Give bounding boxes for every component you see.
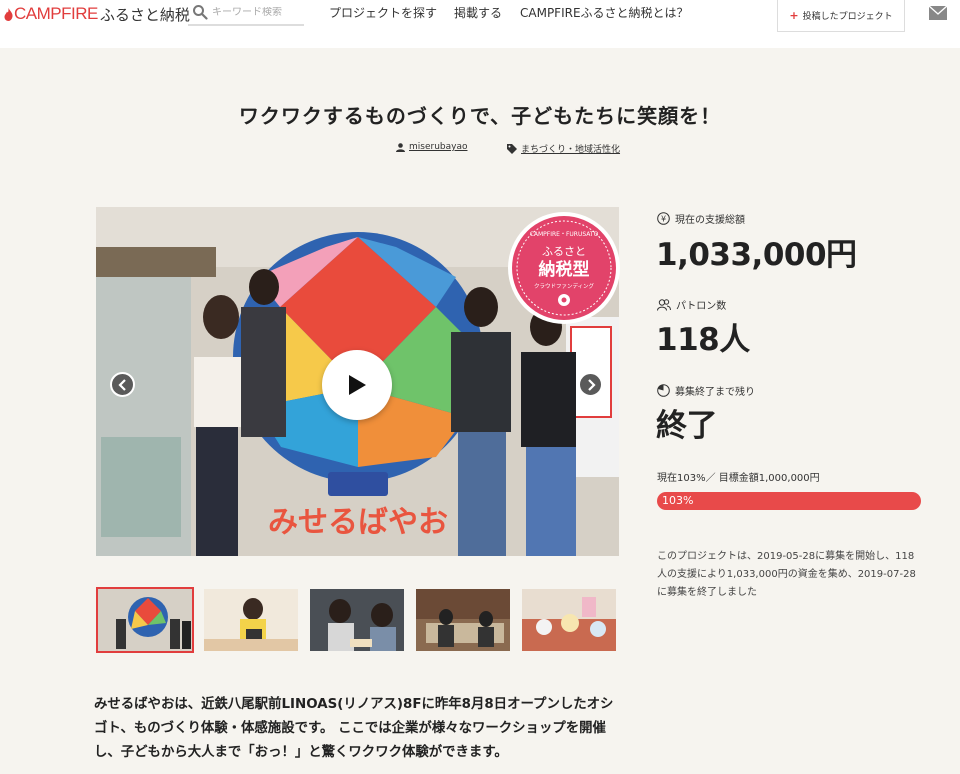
- backers-label-text: パトロン数: [676, 301, 727, 312]
- amount-label: ¥ 現在の支援総額: [657, 211, 745, 226]
- prev-slide-button[interactable]: [110, 372, 135, 397]
- project-category-link[interactable]: まちづくり・地域活性化: [507, 142, 620, 155]
- thumbnail-1[interactable]: [96, 587, 194, 653]
- search-icon: [193, 5, 208, 20]
- logo-brand: CAMPFIRE: [14, 4, 98, 23]
- amount-value: 1,033,000円: [656, 237, 857, 273]
- amount-label-text: 現在の支援総額: [675, 215, 745, 226]
- project-category-name: まちづくり・地域活性化: [521, 145, 621, 155]
- clock-icon: [657, 384, 670, 397]
- play-video-button[interactable]: [322, 350, 392, 420]
- remaining-value: 終了: [656, 408, 718, 444]
- next-slide-button[interactable]: [578, 372, 603, 397]
- badge-line-2: 納税型: [539, 259, 590, 280]
- search-input[interactable]: [212, 6, 302, 18]
- yen-icon: ¥: [657, 212, 670, 225]
- badge-line-1: ふるさと: [542, 245, 586, 258]
- project-owner-name: miserubayao: [409, 142, 468, 152]
- nav-about[interactable]: CAMPFIREふるさと納税とは？: [520, 4, 689, 21]
- furusato-badge: CAMPFIRE・FURUSATO ふるさと 納税型 クラウドファンディング: [508, 212, 620, 324]
- remaining-label-text: 募集終了まで残り: [675, 387, 755, 398]
- backers-value: 118人: [656, 322, 750, 358]
- nav-explore-projects[interactable]: プロジェクトを探す: [329, 4, 437, 21]
- badge-top-text: CAMPFIRE・FURUSATO: [530, 231, 599, 238]
- site-logo[interactable]: CAMPFIRE ふるさと納税: [4, 3, 190, 25]
- thumbnail-5[interactable]: [520, 587, 618, 653]
- badge-line-3: クラウドファンディング: [534, 282, 595, 290]
- plus-icon: +: [789, 9, 799, 22]
- project-summary: このプロジェクトは、2019-05-28に募集を開始し、118人の支援により1,…: [657, 551, 916, 598]
- logo-subtitle: ふるさと納税: [99, 5, 190, 24]
- posted-projects-label: 投稿したプロジェクト: [802, 12, 893, 22]
- hero-sign-text: みせるばやお: [268, 505, 448, 540]
- chevron-right-icon: [587, 378, 596, 391]
- goal-amount-text: 現在103%／ 目標金額1,000,000円: [657, 473, 820, 484]
- project-owner-link[interactable]: miserubayao: [396, 142, 467, 152]
- chevron-left-icon: [117, 378, 126, 391]
- image-thumbnails: [96, 587, 618, 653]
- funding-progress-bar: [657, 492, 921, 510]
- svg-text:¥: ¥: [661, 215, 666, 224]
- nav-post-project[interactable]: 掲載する: [454, 4, 502, 21]
- project-description: みせるばやおは、近鉄八尾駅前LINOAS(リノアス)8Fに昨年8月8日オープンし…: [94, 697, 614, 760]
- flame-icon: [4, 7, 13, 21]
- site-header: CAMPFIRE ふるさと納税 プロジェクトを探す 掲載する CAMPFIREふ…: [0, 0, 960, 48]
- remaining-label: 募集終了まで残り: [657, 383, 755, 398]
- user-icon: [396, 142, 405, 152]
- search-box[interactable]: [188, 0, 304, 26]
- thumbnail-4[interactable]: [414, 587, 512, 653]
- thumbnail-2[interactable]: [202, 587, 300, 653]
- backers-label: パトロン数: [657, 297, 726, 312]
- mail-icon[interactable]: [929, 6, 947, 20]
- posted-projects-button[interactable]: + 投稿したプロジェクト: [777, 0, 905, 32]
- project-title: ワクワクするものづくりで、子どもたちに笑顔を！: [238, 104, 722, 128]
- play-icon: [349, 375, 366, 395]
- funding-progress-label: 103%: [662, 494, 694, 507]
- users-icon: [657, 298, 671, 311]
- tag-icon: [507, 143, 517, 154]
- thumbnail-3[interactable]: [308, 587, 406, 653]
